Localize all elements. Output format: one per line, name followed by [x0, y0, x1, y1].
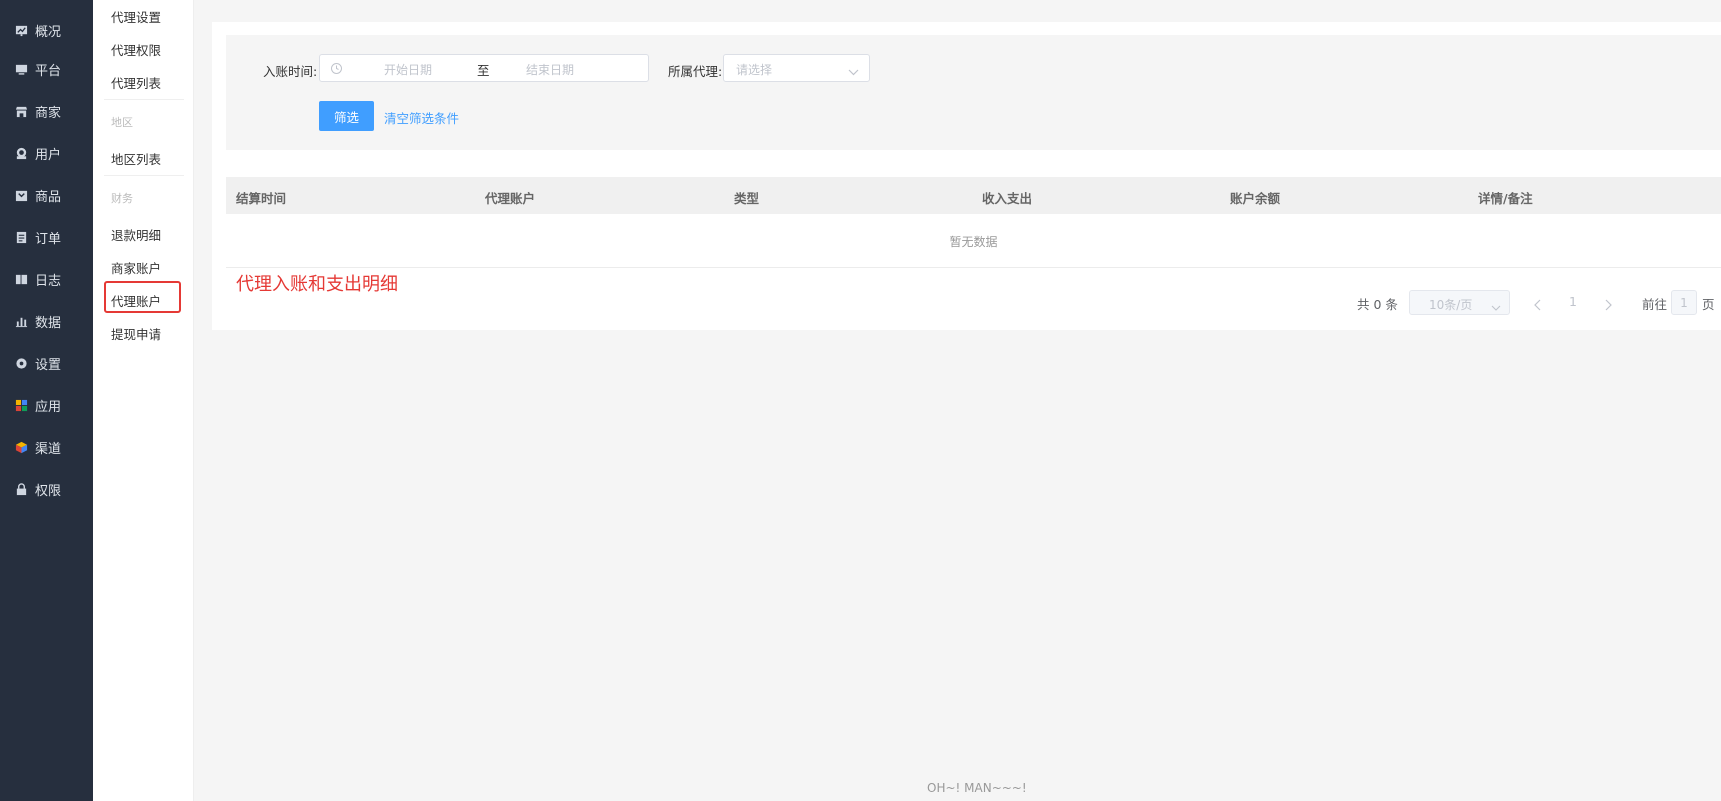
column-header-balance[interactable]: 账户余额	[1230, 188, 1280, 207]
main-sidebar: 概况 平台 商家 用户 商品 订单 日志 数据 设置 应用 渠道 权限	[0, 0, 93, 801]
active-item-highlight-box	[104, 281, 181, 313]
nav-item-user[interactable]: 用户	[0, 132, 93, 174]
order-icon	[14, 230, 28, 244]
table-empty-row: 暂无数据	[226, 214, 1721, 268]
chevron-right-icon	[1605, 299, 1612, 311]
nav-item-data[interactable]: 数据	[0, 300, 93, 342]
page-unit-label: 页	[1702, 297, 1715, 312]
nav-item-platform[interactable]: 平台	[0, 48, 93, 90]
column-header-detail-remark[interactable]: 详情/备注	[1478, 188, 1533, 207]
nav-item-label: 渠道	[35, 441, 62, 457]
nav-item-channel[interactable]: 渠道	[0, 426, 93, 468]
submenu-item-merchant-account[interactable]: 商家账户	[111, 258, 161, 277]
nav-item-label: 商品	[35, 189, 62, 205]
next-page-button[interactable]	[1603, 296, 1613, 311]
submenu-panel: 代理设置 代理权限 代理列表 地区 地区列表 财务 退款明细 商家账户 代理账户…	[93, 0, 194, 801]
nav-item-label: 概况	[35, 24, 62, 40]
submenu-group-finance: 财务	[111, 192, 133, 205]
column-header-agent-account[interactable]: 代理账户	[485, 188, 535, 207]
store-icon	[14, 104, 28, 118]
nav-item-label: 应用	[35, 399, 62, 415]
submenu-item-region-list[interactable]: 地区列表	[111, 149, 161, 168]
annotation-text: 代理入账和支出明细	[236, 274, 398, 295]
clock-icon	[330, 60, 343, 74]
nav-item-overview[interactable]: 概况	[0, 9, 93, 51]
column-header-type[interactable]: 类型	[734, 188, 759, 207]
pagination-total: 共 0 条	[1357, 297, 1398, 312]
nav-item-log[interactable]: 日志	[0, 258, 93, 300]
submenu-item-refund-detail[interactable]: 退款明细	[111, 225, 161, 244]
nav-item-label: 订单	[35, 231, 62, 247]
range-separator: 至	[477, 63, 490, 78]
lock-icon	[14, 482, 28, 496]
chevron-down-icon	[1491, 298, 1501, 311]
goto-label: 前往	[1642, 297, 1668, 312]
cube-icon	[14, 440, 28, 454]
goto-page-input[interactable]: 1	[1671, 290, 1697, 315]
nav-item-label: 权限	[35, 483, 62, 499]
nav-item-goods[interactable]: 商品	[0, 174, 93, 216]
agent-select[interactable]: 请选择	[723, 54, 870, 82]
submenu-item-agent-permissions[interactable]: 代理权限	[111, 40, 161, 59]
filter-button[interactable]: 筛选	[319, 101, 374, 131]
empty-data-text: 暂无数据	[949, 235, 998, 249]
clear-filters-link[interactable]: 清空筛选条件	[384, 108, 459, 127]
date-range-picker[interactable]: 开始日期 至 结束日期	[319, 54, 649, 82]
submenu-divider	[104, 175, 184, 176]
end-date-input[interactable]: 结束日期	[526, 61, 574, 78]
footer-text: OH~! MAN~~~!	[927, 781, 1027, 795]
nav-item-merchant[interactable]: 商家	[0, 90, 93, 132]
nav-item-label: 数据	[35, 315, 62, 331]
nav-item-label: 平台	[35, 63, 62, 79]
apps-grid-icon	[14, 398, 28, 412]
nav-item-label: 设置	[35, 357, 62, 373]
nav-item-label: 用户	[35, 147, 62, 163]
chevron-left-icon	[1534, 299, 1541, 311]
column-header-income-expense[interactable]: 收入支出	[982, 188, 1032, 207]
nav-item-permission[interactable]: 权限	[0, 468, 93, 510]
submenu-item-withdraw-request[interactable]: 提现申请	[111, 324, 161, 343]
agent-label: 所属代理:	[668, 64, 723, 79]
nav-item-apps[interactable]: 应用	[0, 384, 93, 426]
log-icon	[14, 272, 28, 286]
submenu-item-agent-settings[interactable]: 代理设置	[111, 7, 161, 26]
column-header-settle-time[interactable]: 结算时间	[236, 188, 286, 207]
user-icon	[14, 146, 28, 160]
prev-page-button[interactable]	[1533, 296, 1543, 311]
chart-board-icon	[14, 23, 28, 37]
filter-panel: 入账时间: 开始日期 至 结束日期 所属代理: 请选择	[226, 35, 1721, 150]
gear-icon	[14, 356, 28, 370]
bar-chart-icon	[14, 314, 28, 328]
nav-item-label: 商家	[35, 105, 62, 121]
table-header: 结算时间 代理账户 类型 收入支出 账户余额 详情/备注	[226, 177, 1721, 214]
nav-item-label: 日志	[35, 273, 62, 289]
agent-select-placeholder: 请选择	[736, 63, 773, 77]
submenu-divider	[104, 99, 184, 100]
goods-icon	[14, 188, 28, 202]
page-number[interactable]: 1	[1569, 294, 1577, 309]
submenu-item-agent-list[interactable]: 代理列表	[111, 73, 161, 92]
submenu-group-region: 地区	[111, 116, 133, 129]
start-date-input[interactable]: 开始日期	[384, 61, 432, 78]
monitor-icon	[14, 62, 28, 76]
page-size-select[interactable]: 10条/页	[1409, 290, 1510, 315]
nav-item-settings[interactable]: 设置	[0, 342, 93, 384]
entry-time-label: 入账时间:	[263, 64, 318, 79]
chevron-down-icon	[848, 63, 859, 76]
nav-item-order[interactable]: 订单	[0, 216, 93, 258]
page-size-value: 10条/页	[1429, 298, 1473, 312]
